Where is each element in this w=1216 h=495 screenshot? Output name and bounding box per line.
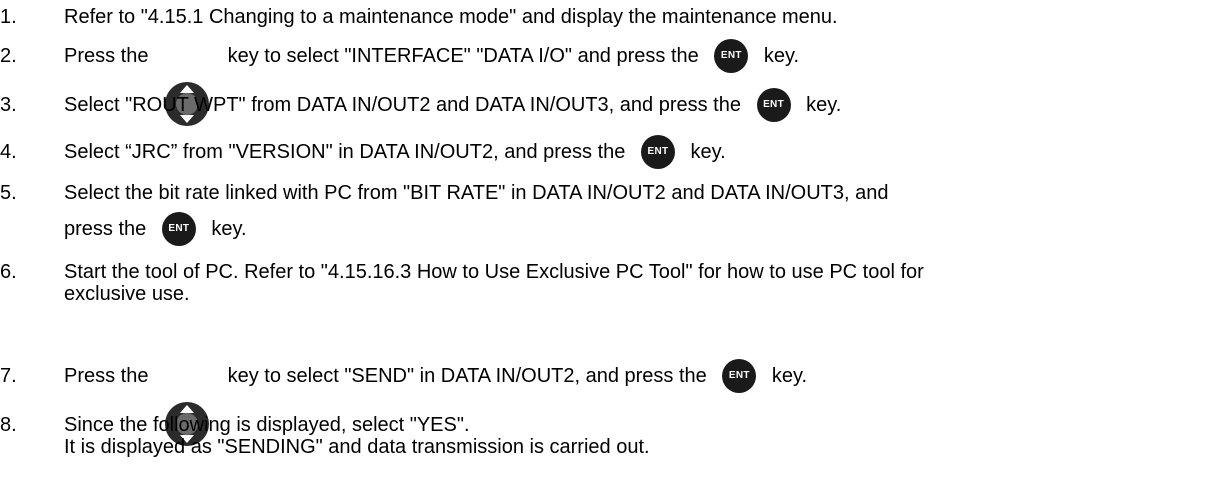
step-number: 7. (0, 365, 17, 387)
ent-key-icon: ENT (640, 135, 675, 169)
step-number: 2. (0, 45, 17, 67)
step-text: Since the following is displayed, select… (64, 414, 470, 436)
step-text: Select “JRC” from "VERSION" in DATA IN/O… (64, 141, 631, 163)
step-text: Start the tool of PC. Refer to "4.15.16.… (64, 261, 924, 283)
step-number: 5. (0, 182, 17, 204)
step-text: Select "ROUT WPT" from DATA IN/OUT2 and … (64, 94, 747, 116)
step-number: 6. (0, 261, 17, 283)
ent-key-icon: ENT (714, 39, 749, 73)
step-text: Press the (64, 45, 155, 67)
step-text: press the (64, 218, 152, 240)
step-text: Select the bit rate linked with PC from … (64, 182, 889, 204)
step-text: key to select "SEND" in DATA IN/OUT2, an… (222, 365, 713, 387)
step-number: 4. (0, 141, 17, 163)
step-text: It is displayed as "SENDING" and data tr… (64, 436, 650, 458)
step-text: key to select "INTERFACE" "DATA I/O" and… (222, 45, 705, 67)
ent-key-icon: ENT (722, 359, 757, 393)
step-text: key. (800, 94, 842, 116)
cursor-key-icon (164, 353, 210, 446)
step-text: Refer to "4.15.1 Changing to a maintenan… (64, 6, 838, 28)
step-text: key. (766, 365, 808, 387)
step-text: key. (758, 45, 800, 67)
step-text: key. (205, 218, 247, 240)
step-text: Press the (64, 365, 155, 387)
ent-key-icon: ENT (161, 212, 196, 246)
step-number: 1. (0, 6, 17, 28)
cursor-key-icon (164, 33, 210, 126)
step-text: key. (684, 141, 726, 163)
step-text: exclusive use. (64, 283, 190, 305)
step-number: 3. (0, 94, 17, 116)
step-number: 8. (0, 414, 17, 436)
ent-key-icon: ENT (756, 88, 791, 122)
